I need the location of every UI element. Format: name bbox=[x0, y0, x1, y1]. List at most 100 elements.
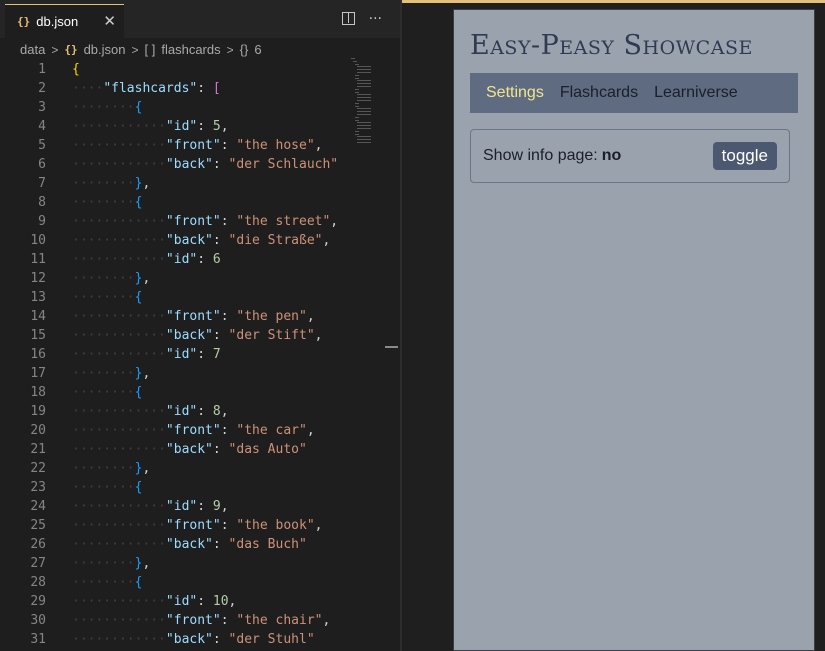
code-line[interactable]: 29 ············"id": 10, bbox=[0, 592, 400, 611]
code-line[interactable]: 8 ········{ bbox=[0, 193, 400, 212]
code-text: ············"front": "the street", bbox=[72, 214, 339, 229]
code-line[interactable]: 11 ············"id": 6 bbox=[0, 250, 400, 269]
code-line[interactable]: 23 ········{ bbox=[0, 478, 400, 497]
code-line[interactable]: 25 ············"front": "the book", bbox=[0, 516, 400, 535]
line-number: 27 bbox=[30, 556, 46, 571]
editor-actions: ··· bbox=[341, 11, 382, 27]
code-line[interactable]: 9 ············"front": "the street", bbox=[0, 212, 400, 231]
minimap-line bbox=[357, 94, 371, 96]
code-line[interactable]: 20 ············"front": "the car", bbox=[0, 421, 400, 440]
code-text: ············"id": 8, bbox=[72, 404, 229, 419]
code-text: ············"back": "das Buch" bbox=[72, 537, 307, 552]
code-line[interactable]: 27 ········}, bbox=[0, 554, 400, 573]
code-line[interactable]: 26 ············"back": "das Buch" bbox=[0, 535, 400, 554]
array-icon: [ ] bbox=[144, 42, 156, 57]
info-label: Show info page: bbox=[483, 147, 598, 164]
tab-db-json[interactable]: {} db.json ✕ bbox=[5, 4, 124, 38]
code-text: ········{ bbox=[72, 290, 143, 305]
code-text: ············"id": 5, bbox=[72, 119, 229, 134]
scrollbar-thumb[interactable] bbox=[385, 346, 398, 348]
code-line[interactable]: 28 ········{ bbox=[0, 573, 400, 592]
line-number: 13 bbox=[30, 290, 46, 305]
code-line[interactable]: 10 ············"back": "die Straße", bbox=[0, 231, 400, 250]
code-line[interactable]: 31 ············"back": "der Stuhl" bbox=[0, 630, 400, 649]
page-title: Easy-Peasy Showcase bbox=[470, 30, 753, 61]
line-number: 16 bbox=[30, 347, 46, 362]
minimap[interactable] bbox=[349, 58, 379, 148]
code-text: ············"front": "the chair", bbox=[72, 613, 331, 628]
line-number: 10 bbox=[30, 233, 46, 248]
code-text: ········}, bbox=[72, 556, 151, 571]
breadcrumb-data[interactable]: data bbox=[20, 42, 45, 57]
more-actions-icon[interactable]: ··· bbox=[369, 11, 382, 27]
line-number: 9 bbox=[38, 214, 46, 229]
line-number: 2 bbox=[38, 81, 46, 96]
code-text: ············"id": 7 bbox=[72, 347, 221, 362]
breadcrumb-item-6[interactable]: 6 bbox=[254, 42, 261, 57]
toggle-button[interactable]: toggle bbox=[712, 142, 777, 170]
code-area[interactable]: 1{2 ····"flashcards": [3 ········{4 ·······… bbox=[0, 60, 400, 649]
minimap-line bbox=[357, 136, 371, 138]
nav-flashcards[interactable]: Flashcards bbox=[560, 84, 638, 102]
breadcrumb-flashcards[interactable]: flashcards bbox=[161, 42, 220, 57]
minimap-line bbox=[357, 83, 371, 85]
code-text: ············"back": "das Auto" bbox=[72, 442, 307, 457]
minimap-line bbox=[355, 133, 359, 135]
tab-filename: db.json bbox=[36, 14, 79, 29]
chevron-right-icon: > bbox=[51, 42, 59, 57]
code-line[interactable]: 5 ············"front": "the hose", bbox=[0, 136, 400, 155]
code-line[interactable]: 3 ········{ bbox=[0, 98, 400, 117]
code-line[interactable]: 4 ············"id": 5, bbox=[0, 117, 400, 136]
close-icon[interactable]: ✕ bbox=[103, 12, 116, 30]
info-value: no bbox=[601, 147, 622, 164]
minimap-line bbox=[357, 108, 371, 110]
code-line[interactable]: 12 ········}, bbox=[0, 269, 400, 288]
code-line[interactable]: 13 ········{ bbox=[0, 288, 400, 307]
minimap-line bbox=[353, 60, 357, 62]
line-number: 20 bbox=[30, 423, 46, 438]
code-line[interactable]: 21 ············"back": "das Auto" bbox=[0, 440, 400, 459]
line-number: 25 bbox=[30, 518, 46, 533]
code-line[interactable]: 30 ············"front": "the chair", bbox=[0, 611, 400, 630]
code-line[interactable]: 14 ············"front": "the pen", bbox=[0, 307, 400, 326]
code-line[interactable]: 22 ········}, bbox=[0, 459, 400, 478]
line-number: 3 bbox=[38, 100, 46, 115]
code-text: ········{ bbox=[72, 575, 143, 590]
code-text: ············"front": "the book", bbox=[72, 518, 323, 533]
code-line[interactable]: 6 ············"back": "der Schlauch" bbox=[0, 155, 400, 174]
breadcrumb-db-json[interactable]: db.json bbox=[84, 42, 126, 57]
minimap-line bbox=[357, 86, 371, 87]
code-text: ····"flashcards": [ bbox=[72, 81, 221, 96]
code-line[interactable]: 15 ············"back": "der Stift", bbox=[0, 326, 400, 345]
code-line[interactable]: 1{ bbox=[0, 60, 400, 79]
nav-settings[interactable]: Settings bbox=[486, 84, 544, 102]
code-line[interactable]: 7 ········}, bbox=[0, 174, 400, 193]
code-line[interactable]: 17 ········}, bbox=[0, 364, 400, 383]
code-line[interactable]: 19 ············"id": 8, bbox=[0, 402, 400, 421]
minimap-line bbox=[355, 119, 359, 121]
line-number: 29 bbox=[30, 594, 46, 609]
minimap-line bbox=[357, 139, 371, 141]
minimap-line bbox=[357, 69, 371, 71]
code-text: ········{ bbox=[72, 195, 143, 210]
code-line[interactable]: 18 ········{ bbox=[0, 383, 400, 402]
nav-learniverse[interactable]: Learniverse bbox=[654, 84, 738, 102]
code-text: ············"id": 9, bbox=[72, 499, 229, 514]
minimap-line bbox=[355, 77, 359, 79]
code-text: ········}, bbox=[72, 461, 151, 476]
line-number: 24 bbox=[30, 499, 46, 514]
code-text: ········{ bbox=[72, 480, 143, 495]
minimap-line bbox=[357, 142, 371, 143]
code-text: ········}, bbox=[72, 176, 151, 191]
line-number: 1 bbox=[38, 62, 46, 77]
minimap-line bbox=[357, 111, 371, 113]
code-line[interactable]: 16 ············"id": 7 bbox=[0, 345, 400, 364]
split-editor-icon[interactable] bbox=[341, 12, 355, 25]
minimap-line bbox=[357, 66, 371, 68]
code-text: ············"id": 6 bbox=[72, 252, 221, 267]
code-text: ············"id": 10, bbox=[72, 594, 237, 609]
minimap-line bbox=[355, 130, 359, 132]
active-border bbox=[402, 0, 825, 3]
code-line[interactable]: 2 ····"flashcards": [ bbox=[0, 79, 400, 98]
code-line[interactable]: 24 ············"id": 9, bbox=[0, 497, 400, 516]
